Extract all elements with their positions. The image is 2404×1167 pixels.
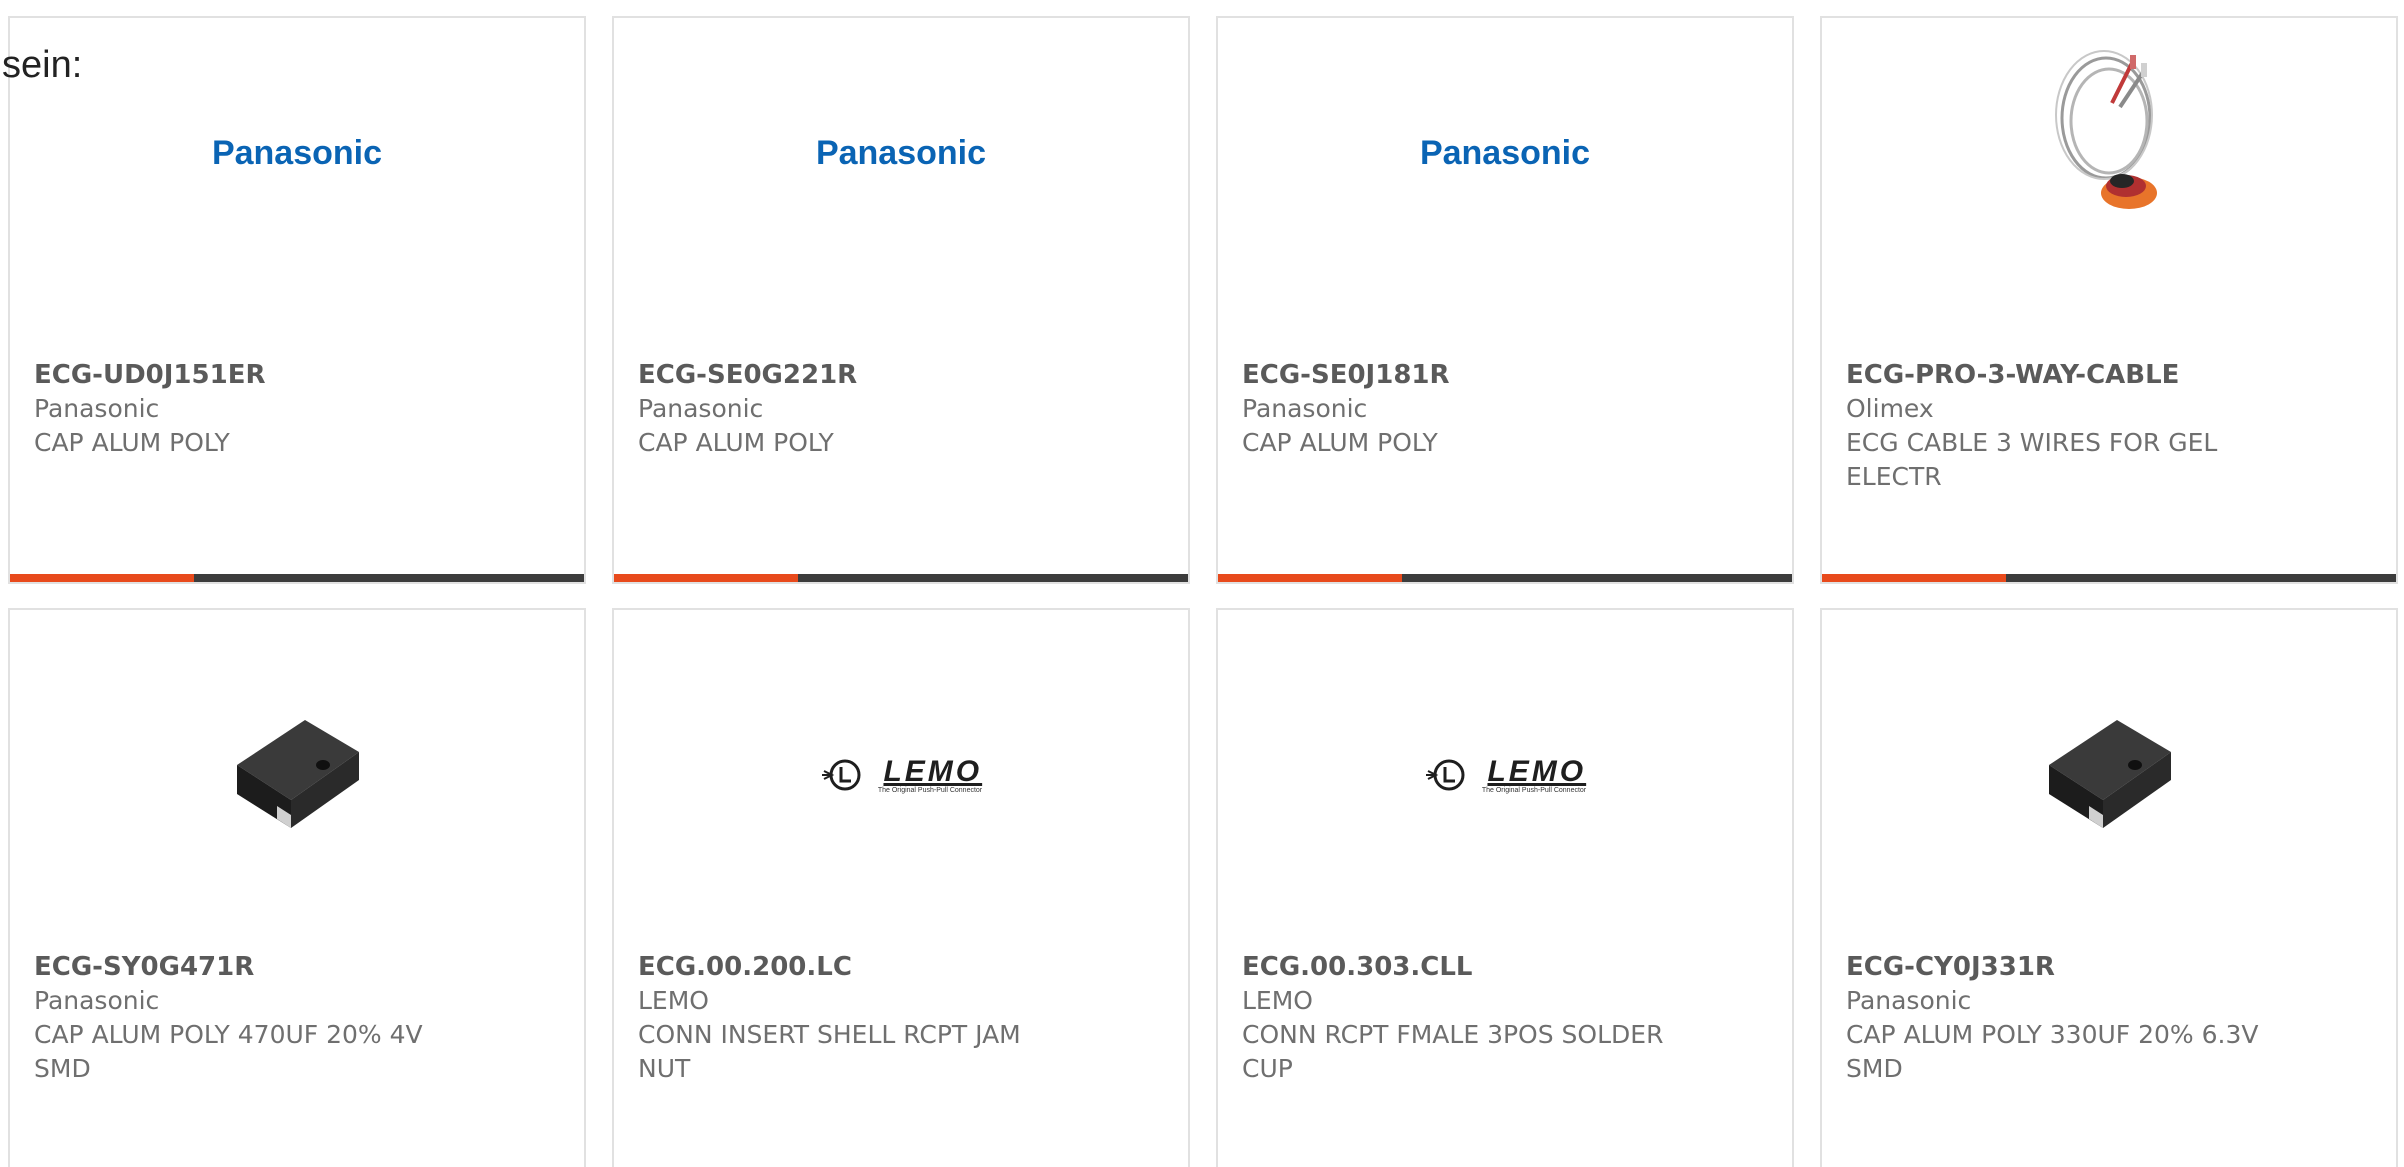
product-info: ECG-SE0G221R Panasonic CAP ALUM POLY <box>638 358 1164 460</box>
card-accent-segment <box>1218 574 1402 582</box>
panasonic-logo-icon: Panasonic <box>1419 133 1591 172</box>
part-number-link[interactable]: ECG.00.200.LC <box>638 950 1164 984</box>
manufacturer-name: Panasonic <box>1846 986 1972 1015</box>
card-accent-bar <box>1822 574 2396 582</box>
product-card[interactable]: Panasonic ECG-UD0J151ER Panasonic CAP AL… <box>8 16 586 584</box>
intro-text: sein: <box>2 44 83 86</box>
product-description: CAP ALUM POLY <box>638 428 834 457</box>
part-number-link[interactable]: ECG.00.303.CLL <box>1242 950 1768 984</box>
panasonic-logo-icon: Panasonic <box>815 133 987 172</box>
lemo-emblem-icon <box>1425 759 1465 791</box>
product-info: ECG.00.303.CLL LEMO CONN RCPT FMALE 3POS… <box>1242 950 1768 1086</box>
product-card[interactable]: LEMO The Original Push-Pull Connector EC… <box>612 608 1190 1167</box>
card-accent-segment <box>1822 574 2006 582</box>
product-card[interactable]: ECG-SY0G471R Panasonic CAP ALUM POLY 470… <box>8 608 586 1167</box>
product-image[interactable]: Panasonic <box>10 88 584 218</box>
lemo-logo-icon: LEMO The Original Push-Pull Connector <box>1424 755 1586 795</box>
lemo-tagline: The Original Push-Pull Connector <box>877 786 983 794</box>
manufacturer-name: LEMO <box>638 986 709 1015</box>
part-number-link[interactable]: ECG-SE0J181R <box>1242 358 1768 392</box>
product-card[interactable]: Panasonic ECG-SE0J181R Panasonic CAP ALU… <box>1216 16 1794 584</box>
product-info: ECG-SY0G471R Panasonic CAP ALUM POLY 470… <box>34 950 560 1086</box>
part-number-link[interactable]: ECG-SE0G221R <box>638 358 1164 392</box>
part-number-link[interactable]: ECG-PRO-3-WAY-CABLE <box>1846 358 2372 392</box>
product-card[interactable]: ECG-PRO-3-WAY-CABLE Olimex ECG CABLE 3 W… <box>1820 16 2398 584</box>
ecg-cable-photo-icon <box>2055 50 2157 209</box>
product-grid: Panasonic ECG-UD0J151ER Panasonic CAP AL… <box>8 16 2404 1167</box>
product-image[interactable] <box>10 710 584 840</box>
lemo-tagline: The Original Push-Pull Connector <box>1481 786 1587 794</box>
manufacturer-name: Panasonic <box>638 394 764 423</box>
product-card[interactable]: LEMO The Original Push-Pull Connector EC… <box>1216 608 1794 1167</box>
product-description: CAP ALUM POLY <box>1242 428 1438 457</box>
product-description: CAP ALUM POLY 330UF 20% 6.3V SMD <box>1846 1020 2259 1083</box>
product-info: ECG-SE0J181R Panasonic CAP ALUM POLY <box>1242 358 1768 460</box>
manufacturer-name: LEMO <box>1242 986 1313 1015</box>
product-description: CONN RCPT FMALE 3POS SOLDER CUP <box>1242 1020 1664 1083</box>
manufacturer-name: Panasonic <box>1242 394 1368 423</box>
card-accent-bar <box>1218 574 1792 582</box>
card-accent-bar <box>614 574 1188 582</box>
panasonic-logo-icon: Panasonic <box>211 133 383 172</box>
product-info: ECG.00.200.LC LEMO CONN INSERT SHELL RCP… <box>638 950 1164 1086</box>
product-card[interactable]: Panasonic ECG-SE0G221R Panasonic CAP ALU… <box>612 16 1190 584</box>
product-info: ECG-PRO-3-WAY-CABLE Olimex ECG CABLE 3 W… <box>1846 358 2372 494</box>
product-info: ECG-CY0J331R Panasonic CAP ALUM POLY 330… <box>1846 950 2372 1086</box>
part-number-link[interactable]: ECG-CY0J331R <box>1846 950 2372 984</box>
product-description: CAP ALUM POLY 470UF 20% 4V SMD <box>34 1020 423 1083</box>
lemo-wordmark: LEMO <box>883 754 983 788</box>
product-description: CAP ALUM POLY <box>34 428 230 457</box>
manufacturer-name: Panasonic <box>34 986 160 1015</box>
product-info: ECG-UD0J151ER Panasonic CAP ALUM POLY <box>34 358 560 460</box>
smd-capacitor-photo-icon <box>2049 720 2171 828</box>
product-image[interactable]: LEMO The Original Push-Pull Connector <box>1218 710 1792 840</box>
product-image[interactable]: LEMO The Original Push-Pull Connector <box>614 710 1188 840</box>
card-accent-segment <box>10 574 194 582</box>
product-image[interactable]: Panasonic <box>614 88 1188 218</box>
manufacturer-name: Olimex <box>1846 394 1934 423</box>
card-accent-segment <box>614 574 798 582</box>
product-image[interactable] <box>1822 710 2396 840</box>
product-listing-page: sein: Panasonic ECG-UD0J151ER Panasonic … <box>0 0 2404 1167</box>
manufacturer-name: Panasonic <box>34 394 160 423</box>
lemo-emblem-icon <box>821 759 861 791</box>
product-image[interactable] <box>1822 38 2396 228</box>
lemo-wordmark: LEMO <box>1487 754 1587 788</box>
lemo-logo-icon: LEMO The Original Push-Pull Connector <box>820 755 982 795</box>
part-number-link[interactable]: ECG-UD0J151ER <box>34 358 560 392</box>
product-image[interactable]: Panasonic <box>1218 88 1792 218</box>
product-description: CONN INSERT SHELL RCPT JAM NUT <box>638 1020 1021 1083</box>
smd-capacitor-photo-icon <box>237 720 359 828</box>
part-number-link[interactable]: ECG-SY0G471R <box>34 950 560 984</box>
card-accent-bar <box>10 574 584 582</box>
product-description: ECG CABLE 3 WIRES FOR GEL ELECTR <box>1846 428 2218 491</box>
product-card[interactable]: ECG-CY0J331R Panasonic CAP ALUM POLY 330… <box>1820 608 2398 1167</box>
